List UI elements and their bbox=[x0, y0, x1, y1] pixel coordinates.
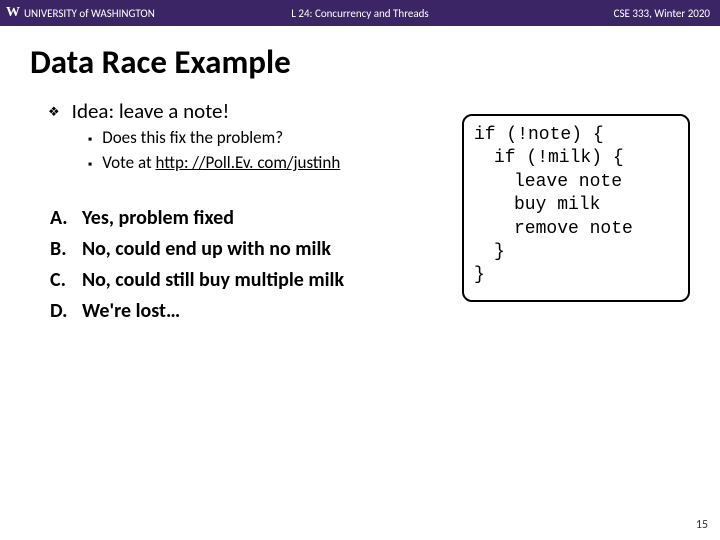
code-line: } bbox=[474, 241, 678, 264]
sub-text: Does this fix the problem? bbox=[102, 126, 283, 151]
code-line: } bbox=[474, 264, 678, 287]
square-bullet-icon: ▪ bbox=[88, 132, 92, 149]
slide-title: Data Race Example bbox=[0, 26, 720, 92]
answer-text: No, could end up with no milk bbox=[82, 234, 331, 265]
answer-letter: C. bbox=[50, 265, 72, 296]
code-line: if (!note) { bbox=[474, 124, 678, 147]
answer-text: We're lost… bbox=[82, 296, 180, 327]
idea-text: Idea: leave a note! bbox=[72, 98, 230, 124]
course-label: CSE 333, Winter 2020 bbox=[614, 7, 710, 20]
poll-link[interactable]: http: //Poll.Ev. com/justinh bbox=[155, 152, 340, 173]
logo-text: UNIVERSITY of WASHINGTON bbox=[24, 7, 155, 20]
answer-text: No, could still buy multiple milk bbox=[82, 265, 344, 296]
lecture-title: L 24: Concurrency and Threads bbox=[291, 7, 428, 20]
code-line: remove note bbox=[474, 218, 678, 241]
answer-letter: B. bbox=[50, 234, 72, 265]
answer-letter: A. bbox=[50, 203, 72, 234]
sub-text: Vote at http: //Poll.Ev. com/justinh bbox=[102, 151, 340, 176]
code-line: buy milk bbox=[474, 194, 678, 217]
uw-logo: W UNIVERSITY of WASHINGTON bbox=[0, 5, 155, 21]
logo-w-icon: W bbox=[6, 5, 20, 21]
answer-text: Yes, problem fixed bbox=[82, 203, 234, 234]
diamond-bullet-icon: ❖ bbox=[48, 105, 60, 120]
header-bar: W UNIVERSITY of WASHINGTON L 24: Concurr… bbox=[0, 0, 720, 26]
page-number: 15 bbox=[696, 518, 708, 532]
code-box: if (!note) { if (!milk) { leave note buy… bbox=[462, 114, 690, 302]
code-line: if (!milk) { bbox=[474, 147, 678, 170]
answer-letter: D. bbox=[50, 296, 72, 327]
code-line: leave note bbox=[474, 171, 678, 194]
square-bullet-icon: ▪ bbox=[88, 157, 92, 174]
